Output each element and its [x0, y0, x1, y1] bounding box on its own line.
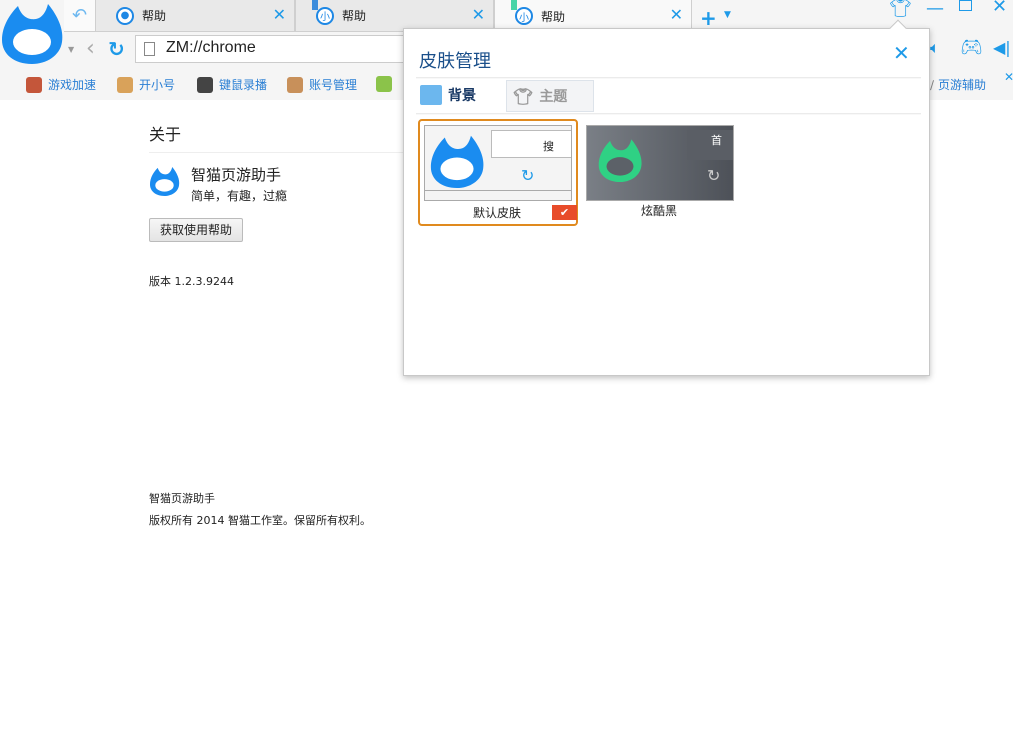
close-tab-icon[interactable]: ✕ [273, 5, 286, 24]
bookmark-webgame-assist[interactable]: ∕ 页游辅助 [930, 76, 986, 93]
tab-marker [312, 0, 318, 10]
tab-theme[interactable]: 👕︎ 主题 [506, 80, 594, 112]
bookmark-label: 页游辅助 [938, 78, 987, 92]
xiao-icon: 小 [316, 6, 334, 25]
zhimao-logo [430, 135, 484, 188]
address-bar[interactable]: ZM://chrome [135, 35, 435, 63]
skin-item-default[interactable]: 搜 ↻ 默认皮肤 ✔ [418, 119, 578, 226]
tab-label: 帮助 [541, 9, 566, 24]
new-tab-button[interactable]: + [700, 6, 717, 30]
nav-dropdown-icon[interactable]: ▼ [68, 45, 74, 54]
sidebar-toggle-icon[interactable]: ◀| [993, 38, 1011, 57]
minimize-button[interactable]: — [926, 0, 944, 19]
reload-icon: ↻ [521, 166, 535, 185]
account-icon [287, 76, 303, 93]
xiao-icon: 小 [515, 7, 533, 25]
preview-tab-label: 搜 [543, 140, 554, 153]
tab-label: 背景 [448, 88, 476, 104]
bookmark-label: 开小号 [139, 78, 176, 92]
zhimao-icon: ● [116, 6, 134, 25]
app-slogan: 简单，有趣，过瘾 [191, 189, 288, 203]
bookmark-game-accelerate[interactable]: 游戏加速 [26, 76, 96, 93]
tab-label: 帮助 [342, 9, 367, 23]
footer-app-name: 智猫页游助手 [149, 492, 215, 505]
tab-list-dropdown-icon[interactable]: ▼ [724, 10, 731, 20]
zhimao-logo[interactable] [0, 2, 64, 64]
tab-label: 主题 [539, 89, 568, 105]
page-icon [144, 42, 155, 56]
close-tab-icon[interactable]: ✕ [670, 5, 683, 24]
clapperboard-icon [197, 76, 213, 93]
tab[interactable]: ● 帮助 ✕ [95, 0, 295, 32]
battery-icon [376, 76, 392, 92]
divider [416, 77, 921, 79]
preview-tab [491, 130, 571, 158]
bookmark-open-alt-account[interactable]: 开小号 [117, 76, 175, 93]
bookmark-tool[interactable] [376, 76, 398, 92]
gamepad-icon[interactable]: 🎮︎ [960, 37, 983, 58]
bookmark-macro-record[interactable]: 键鼠录播 [197, 76, 267, 93]
tab-label: 帮助 [142, 9, 167, 23]
skin-label: 炫酷黑 [641, 204, 678, 218]
skin-preview-cool-black: 首 ↻ [586, 125, 734, 201]
image-icon [420, 85, 442, 105]
dialog-title: 皮肤管理 [419, 51, 491, 72]
shirt-icon: 👕︎ [513, 86, 534, 106]
copyright-text: 版权所有 2014 智猫工作室。保留所有权利。 [149, 514, 371, 527]
volume-icon[interactable]: 🔈︎ [930, 38, 940, 58]
preview-line [425, 190, 571, 191]
bookmark-label: 账号管理 [309, 78, 358, 92]
address-text: ZM://chrome [166, 39, 256, 56]
skin-item-cool-black[interactable]: 首 ↻ 炫酷黑 [584, 121, 736, 226]
skin-manager-dialog: 皮肤管理 ✕ 背景 👕︎ 主题 搜 ↻ 默认皮肤 ✔ 首 ↻ 炫酷黑 [403, 19, 930, 376]
version-text: 版本 1.2.3.9244 [149, 275, 234, 288]
get-help-button[interactable]: 获取使用帮助 [149, 218, 243, 242]
bookmark-account-manage[interactable]: 账号管理 [287, 76, 357, 93]
skin-label: 默认皮肤 [473, 206, 522, 220]
close-window-button[interactable]: ✕ [992, 0, 1007, 17]
undo-close-tab-button[interactable]: ↶ [64, 0, 96, 32]
close-dialog-button[interactable]: ✕ [893, 41, 910, 65]
close-bookmarks-icon[interactable]: ✕ [1004, 70, 1013, 84]
bookmark-label: 键鼠录播 [219, 78, 268, 92]
skin-shirt-icon[interactable]: 👕︎ [889, 0, 912, 19]
back-button[interactable]: ‹ [86, 36, 95, 61]
app-name: 智猫页游助手 [191, 166, 282, 184]
about-heading: 关于 [149, 125, 182, 144]
reload-icon: ↻ [707, 166, 721, 185]
rocket-icon [26, 76, 42, 93]
tab-marker [511, 0, 517, 10]
brush-icon: ∕ [930, 77, 935, 92]
bookmark-label: 游戏加速 [48, 78, 97, 92]
preview-tab-label: 首 [711, 134, 722, 147]
divider [416, 113, 921, 115]
reload-button[interactable]: ↻ [108, 37, 125, 61]
skin-preview-default: 搜 ↻ [424, 125, 572, 201]
close-tab-icon[interactable]: ✕ [472, 5, 485, 24]
app-logo [149, 166, 180, 196]
tab-background[interactable]: 背景 [420, 85, 476, 105]
divider [149, 152, 409, 153]
selected-check-icon: ✔ [552, 205, 577, 220]
user-add-icon [117, 76, 133, 93]
zhimao-logo-green [598, 139, 642, 182]
maximize-button[interactable] [959, 0, 972, 11]
